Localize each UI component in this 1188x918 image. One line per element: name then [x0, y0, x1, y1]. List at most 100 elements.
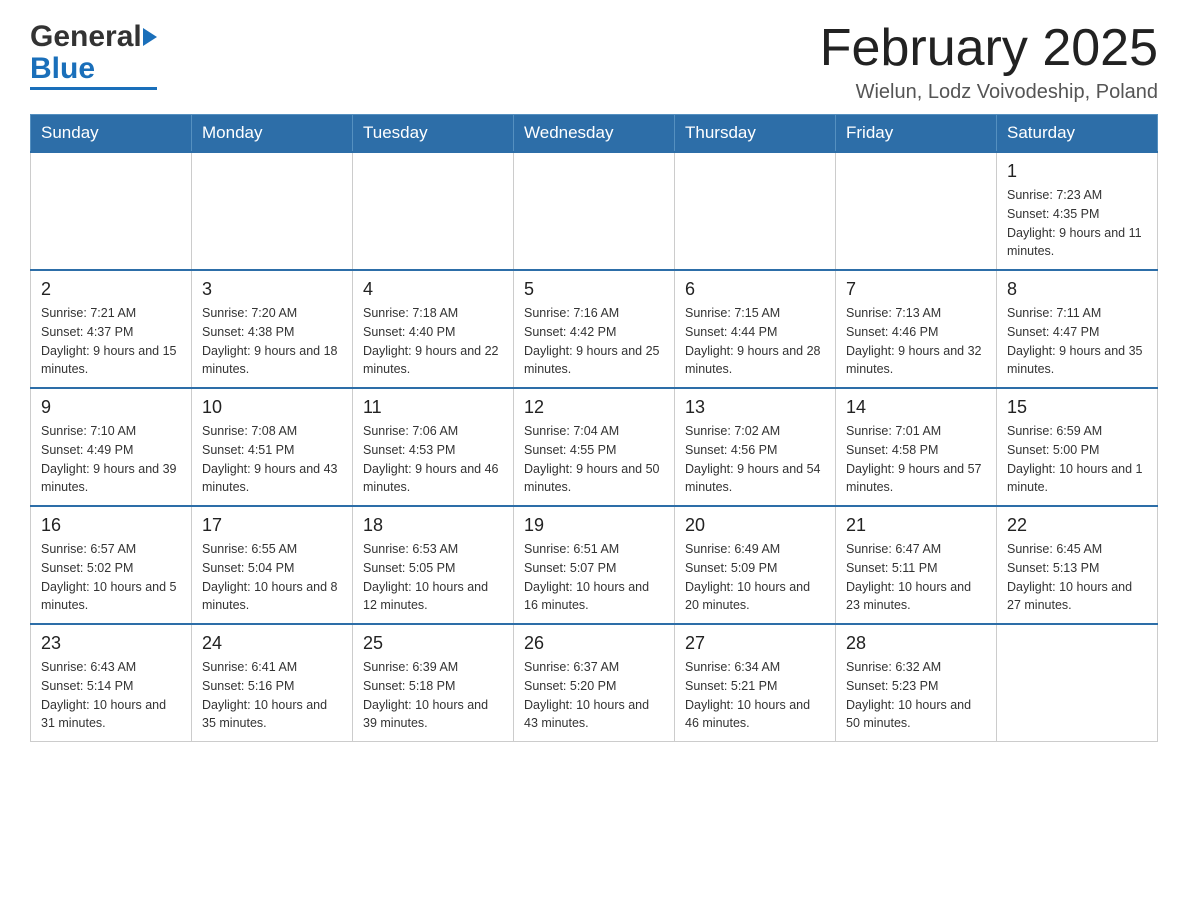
day-number: 22 [1007, 515, 1147, 536]
day-info: Sunrise: 6:49 AM Sunset: 5:09 PM Dayligh… [685, 540, 825, 615]
day-info: Sunrise: 7:01 AM Sunset: 4:58 PM Dayligh… [846, 422, 986, 497]
calendar-day-cell: 14 Sunrise: 7:01 AM Sunset: 4:58 PM Dayli… [836, 388, 997, 506]
day-info: Sunrise: 7:16 AM Sunset: 4:42 PM Dayligh… [524, 304, 664, 379]
calendar-day-cell: 15Sunrise: 6:59 AM Sunset: 5:00 PM Dayli… [997, 388, 1158, 506]
day-number: 1 [1007, 161, 1147, 182]
location-subtitle: Wielun, Lodz Voivodeship, Poland [820, 81, 1158, 104]
calendar-day-cell: 2 Sunrise: 7:21 AM Sunset: 4:37 PM Daylig… [31, 270, 192, 388]
calendar-day-cell: 5 Sunrise: 7:16 AM Sunset: 4:42 PM Daylig… [514, 270, 675, 388]
day-number: 21 [846, 515, 986, 536]
day-number: 2 [41, 279, 181, 300]
day-number: 14 [846, 397, 986, 418]
calendar-day-cell [675, 152, 836, 270]
day-info: Sunrise: 7:13 AM Sunset: 4:46 PM Dayligh… [846, 304, 986, 379]
page-header: General Blue February 2025 Wielun, Lodz … [30, 20, 1158, 104]
day-number: 12 [524, 397, 664, 418]
calendar-day-cell: 26Sunrise: 6:37 AM Sunset: 5:20 PM Dayli… [514, 624, 675, 742]
calendar-day-cell: 24 Sunrise: 6:41 AM Sunset: 5:16 PM Dayli… [192, 624, 353, 742]
calendar-day-cell [514, 152, 675, 270]
day-number: 17 [202, 515, 342, 536]
calendar-day-cell: 10Sunrise: 7:08 AM Sunset: 4:51 PM Dayli… [192, 388, 353, 506]
day-number: 8 [1007, 279, 1147, 300]
day-info: Sunrise: 7:15 AM Sunset: 4:44 PM Dayligh… [685, 304, 825, 379]
day-info: Sunrise: 7:20 AM Sunset: 4:38 PM Dayligh… [202, 304, 342, 379]
calendar-day-cell: 4Sunrise: 7:18 AM Sunset: 4:40 PM Daylig… [353, 270, 514, 388]
calendar-day-cell: 11 Sunrise: 7:06 AM Sunset: 4:53 PM Dayli… [353, 388, 514, 506]
day-info: Sunrise: 6:41 AM Sunset: 5:16 PM Dayligh… [202, 658, 342, 733]
calendar-week-row: 1 Sunrise: 7:23 AM Sunset: 4:35 PM Daylig… [31, 152, 1158, 270]
logo-underline [30, 87, 157, 90]
calendar-day-cell: 21 Sunrise: 6:47 AM Sunset: 5:11 PM Dayli… [836, 506, 997, 624]
calendar-day-cell [192, 152, 353, 270]
day-of-week-header: Sunday [31, 115, 192, 153]
day-info: Sunrise: 6:47 AM Sunset: 5:11 PM Dayligh… [846, 540, 986, 615]
day-info: Sunrise: 7:04 AM Sunset: 4:55 PM Dayligh… [524, 422, 664, 497]
day-info: Sunrise: 7:23 AM Sunset: 4:35 PM Dayligh… [1007, 186, 1147, 261]
calendar-day-cell: 28Sunrise: 6:32 AM Sunset: 5:23 PM Dayli… [836, 624, 997, 742]
day-info: Sunrise: 6:45 AM Sunset: 5:13 PM Dayligh… [1007, 540, 1147, 615]
day-number: 5 [524, 279, 664, 300]
calendar-day-cell: 22 Sunrise: 6:45 AM Sunset: 5:13 PM Dayli… [997, 506, 1158, 624]
day-info: Sunrise: 6:53 AM Sunset: 5:05 PM Dayligh… [363, 540, 503, 615]
day-info: Sunrise: 7:11 AM Sunset: 4:47 PM Dayligh… [1007, 304, 1147, 379]
day-number: 13 [685, 397, 825, 418]
day-info: Sunrise: 7:06 AM Sunset: 4:53 PM Dayligh… [363, 422, 503, 497]
calendar-day-cell: 13 Sunrise: 7:02 AM Sunset: 4:56 PM Dayli… [675, 388, 836, 506]
title-area: February 2025 Wielun, Lodz Voivodeship, … [820, 20, 1158, 104]
calendar-day-cell [353, 152, 514, 270]
calendar-week-row: 2 Sunrise: 7:21 AM Sunset: 4:37 PM Daylig… [31, 270, 1158, 388]
calendar-day-cell: 23 Sunrise: 6:43 AM Sunset: 5:14 PM Dayli… [31, 624, 192, 742]
calendar-day-cell: 16Sunrise: 6:57 AM Sunset: 5:02 PM Dayli… [31, 506, 192, 624]
calendar-day-cell: 27Sunrise: 6:34 AM Sunset: 5:21 PM Dayli… [675, 624, 836, 742]
day-number: 4 [363, 279, 503, 300]
calendar-day-cell: 25Sunrise: 6:39 AM Sunset: 5:18 PM Dayli… [353, 624, 514, 742]
day-number: 19 [524, 515, 664, 536]
day-of-week-header: Tuesday [353, 115, 514, 153]
day-info: Sunrise: 7:10 AM Sunset: 4:49 PM Dayligh… [41, 422, 181, 497]
day-number: 9 [41, 397, 181, 418]
day-number: 3 [202, 279, 342, 300]
calendar-week-row: 23 Sunrise: 6:43 AM Sunset: 5:14 PM Dayli… [31, 624, 1158, 742]
calendar-day-cell: 12 Sunrise: 7:04 AM Sunset: 4:55 PM Dayli… [514, 388, 675, 506]
calendar-day-cell: 19 Sunrise: 6:51 AM Sunset: 5:07 PM Dayli… [514, 506, 675, 624]
day-info: Sunrise: 7:02 AM Sunset: 4:56 PM Dayligh… [685, 422, 825, 497]
calendar-header-row: SundayMondayTuesdayWednesdayThursdayFrid… [31, 115, 1158, 153]
day-of-week-header: Monday [192, 115, 353, 153]
day-info: Sunrise: 6:37 AM Sunset: 5:20 PM Dayligh… [524, 658, 664, 733]
calendar-day-cell: 3 Sunrise: 7:20 AM Sunset: 4:38 PM Daylig… [192, 270, 353, 388]
day-number: 15 [1007, 397, 1147, 418]
logo-triangle-icon [143, 28, 157, 46]
day-of-week-header: Friday [836, 115, 997, 153]
day-number: 24 [202, 633, 342, 654]
day-info: Sunrise: 6:51 AM Sunset: 5:07 PM Dayligh… [524, 540, 664, 615]
calendar-day-cell: 1 Sunrise: 7:23 AM Sunset: 4:35 PM Daylig… [997, 152, 1158, 270]
day-info: Sunrise: 6:55 AM Sunset: 5:04 PM Dayligh… [202, 540, 342, 615]
logo-general-text: General [30, 20, 142, 54]
calendar-day-cell [997, 624, 1158, 742]
day-info: Sunrise: 6:43 AM Sunset: 5:14 PM Dayligh… [41, 658, 181, 733]
day-number: 25 [363, 633, 503, 654]
day-info: Sunrise: 7:21 AM Sunset: 4:37 PM Dayligh… [41, 304, 181, 379]
calendar-table: SundayMondayTuesdayWednesdayThursdayFrid… [30, 114, 1158, 742]
calendar-day-cell: 17 Sunrise: 6:55 AM Sunset: 5:04 PM Dayli… [192, 506, 353, 624]
calendar-day-cell [31, 152, 192, 270]
day-number: 23 [41, 633, 181, 654]
day-number: 16 [41, 515, 181, 536]
day-number: 11 [363, 397, 503, 418]
day-of-week-header: Thursday [675, 115, 836, 153]
calendar-day-cell: 7Sunrise: 7:13 AM Sunset: 4:46 PM Daylig… [836, 270, 997, 388]
calendar-day-cell [836, 152, 997, 270]
calendar-day-cell: 8 Sunrise: 7:11 AM Sunset: 4:47 PM Daylig… [997, 270, 1158, 388]
day-number: 6 [685, 279, 825, 300]
month-title: February 2025 [820, 20, 1158, 77]
calendar-day-cell: 18Sunrise: 6:53 AM Sunset: 5:05 PM Dayli… [353, 506, 514, 624]
day-number: 10 [202, 397, 342, 418]
calendar-week-row: 16Sunrise: 6:57 AM Sunset: 5:02 PM Dayli… [31, 506, 1158, 624]
day-of-week-header: Saturday [997, 115, 1158, 153]
calendar-week-row: 9 Sunrise: 7:10 AM Sunset: 4:49 PM Daylig… [31, 388, 1158, 506]
logo: General Blue [30, 20, 157, 90]
calendar-day-cell: 6 Sunrise: 7:15 AM Sunset: 4:44 PM Daylig… [675, 270, 836, 388]
logo-blue-text: Blue [30, 52, 95, 86]
day-number: 27 [685, 633, 825, 654]
day-info: Sunrise: 6:32 AM Sunset: 5:23 PM Dayligh… [846, 658, 986, 733]
